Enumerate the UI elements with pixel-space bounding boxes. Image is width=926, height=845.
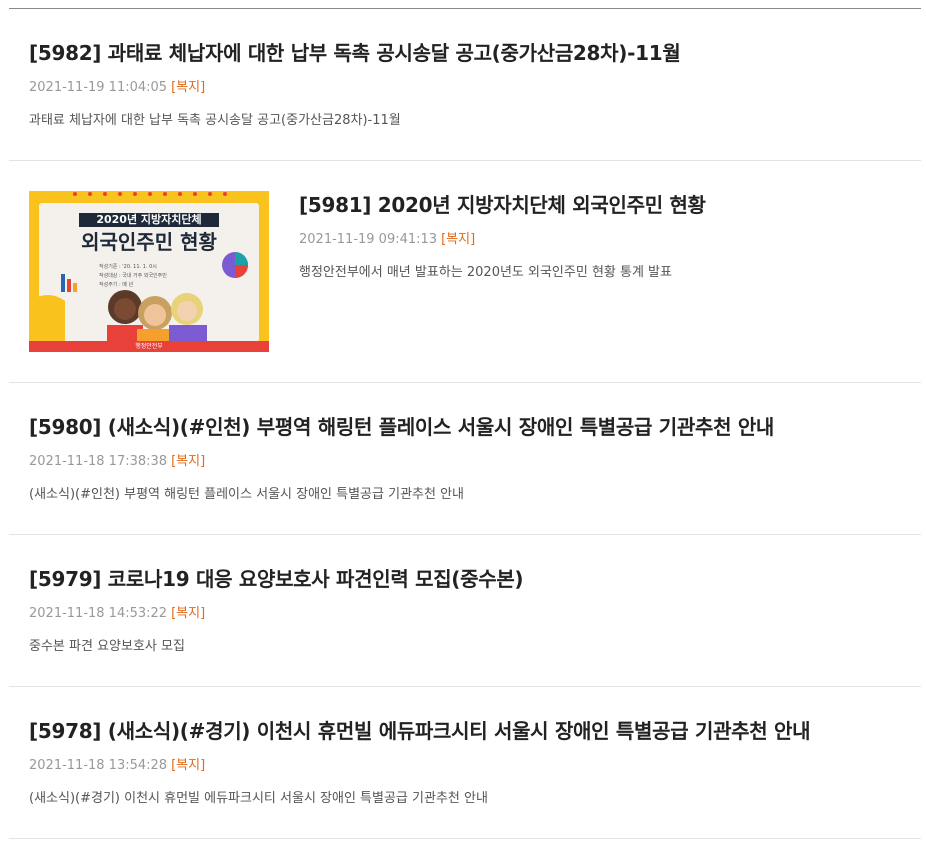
post-item[interactable]: 2020년 지방자치단체 외국인주민 현황 작성기준 : '20. 11. 1.… — [9, 161, 921, 383]
post-summary[interactable]: (새소식)(#경기) 이천시 휴먼빌 에듀파크시티 서울시 장애인 특별공급 기… — [29, 790, 901, 808]
post-date: 2021-11-18 14:53:22 — [29, 606, 168, 621]
post-meta: 2021-11-19 09:41:13 [복지] — [299, 231, 901, 249]
post-category[interactable]: [복지] — [171, 606, 205, 621]
thumbnail-info-line: 작성주기 : 매 년 — [99, 282, 134, 288]
post-body: [5979] 코로나19 대응 요양보호사 파견인력 모집(중수본) 2021-… — [29, 565, 901, 656]
post-item[interactable]: [5980] (새소식)(#인천) 부평역 해링턴 플레이스 서울시 장애인 특… — [9, 383, 921, 535]
post-summary[interactable]: 행정안전부에서 매년 발표하는 2020년도 외국인주민 현황 통계 발표 — [299, 264, 901, 282]
post-title[interactable]: [5978] (새소식)(#경기) 이천시 휴먼빌 에듀파크시티 서울시 장애인… — [29, 717, 901, 745]
post-body: [5981] 2020년 지방자치단체 외국인주민 현황 2021-11-19 … — [299, 191, 901, 282]
post-category[interactable]: [복지] — [171, 80, 205, 95]
thumbnail-footer: 행정안전부 — [135, 343, 163, 350]
post-summary[interactable]: (새소식)(#인천) 부평역 해링턴 플레이스 서울시 장애인 특별공급 기관추… — [29, 486, 901, 504]
thumbnail-info-line: 작성대상 : 국내 거주 외국인주민 — [99, 273, 167, 279]
post-list: [5982] 과태료 체납자에 대한 납부 독촉 공시송달 공고(중가산금28차… — [9, 8, 921, 839]
post-title[interactable]: [5981] 2020년 지방자치단체 외국인주민 현황 — [299, 191, 901, 219]
post-summary[interactable]: 중수본 파견 요양보호사 모집 — [29, 638, 901, 656]
post-date: 2021-11-18 13:54:28 — [29, 758, 168, 773]
post-item[interactable]: [5982] 과태료 체납자에 대한 납부 독촉 공시송달 공고(중가산금28차… — [9, 9, 921, 161]
post-title[interactable]: [5979] 코로나19 대응 요양보호사 파견인력 모집(중수본) — [29, 565, 901, 593]
post-title[interactable]: [5982] 과태료 체납자에 대한 납부 독촉 공시송달 공고(중가산금28차… — [29, 39, 901, 67]
post-item[interactable]: [5979] 코로나19 대응 요양보호사 파견인력 모집(중수본) 2021-… — [9, 535, 921, 687]
thumbnail-heading-small: 2020년 지방자치단체 — [96, 213, 202, 226]
post-summary[interactable]: 과태료 체납자에 대한 납부 독촉 공시송달 공고(중가산금28차)-11월 — [29, 112, 901, 130]
post-thumbnail[interactable]: 2020년 지방자치단체 외국인주민 현황 작성기준 : '20. 11. 1.… — [29, 191, 269, 352]
post-category[interactable]: [복지] — [171, 758, 205, 773]
post-item[interactable]: [5978] (새소식)(#경기) 이천시 휴먼빌 에듀파크시티 서울시 장애인… — [9, 687, 921, 839]
post-body: [5978] (새소식)(#경기) 이천시 휴먼빌 에듀파크시티 서울시 장애인… — [29, 717, 901, 808]
post-title[interactable]: [5980] (새소식)(#인천) 부평역 해링턴 플레이스 서울시 장애인 특… — [29, 413, 901, 441]
post-body: [5980] (새소식)(#인천) 부평역 해링턴 플레이스 서울시 장애인 특… — [29, 413, 901, 504]
post-date: 2021-11-19 09:41:13 — [299, 232, 438, 247]
post-meta: 2021-11-18 13:54:28 [복지] — [29, 757, 901, 775]
post-meta: 2021-11-18 14:53:22 [복지] — [29, 605, 901, 623]
thumbnail-heading-big: 외국인주민 현황 — [81, 230, 217, 254]
post-meta: 2021-11-18 17:38:38 [복지] — [29, 453, 901, 471]
post-date: 2021-11-18 17:38:38 — [29, 454, 168, 469]
post-meta: 2021-11-19 11:04:05 [복지] — [29, 79, 901, 97]
thumbnail-info: 작성기준 : '20. 11. 1. 0시 작성대상 : 국내 거주 외국인주민… — [99, 263, 167, 290]
post-body: [5982] 과태료 체납자에 대한 납부 독촉 공시송달 공고(중가산금28차… — [29, 39, 901, 130]
post-date: 2021-11-19 11:04:05 — [29, 80, 168, 95]
post-category[interactable]: [복지] — [171, 454, 205, 469]
post-category[interactable]: [복지] — [441, 232, 475, 247]
thumbnail-info-line: 작성기준 : '20. 11. 1. 0시 — [99, 264, 157, 270]
